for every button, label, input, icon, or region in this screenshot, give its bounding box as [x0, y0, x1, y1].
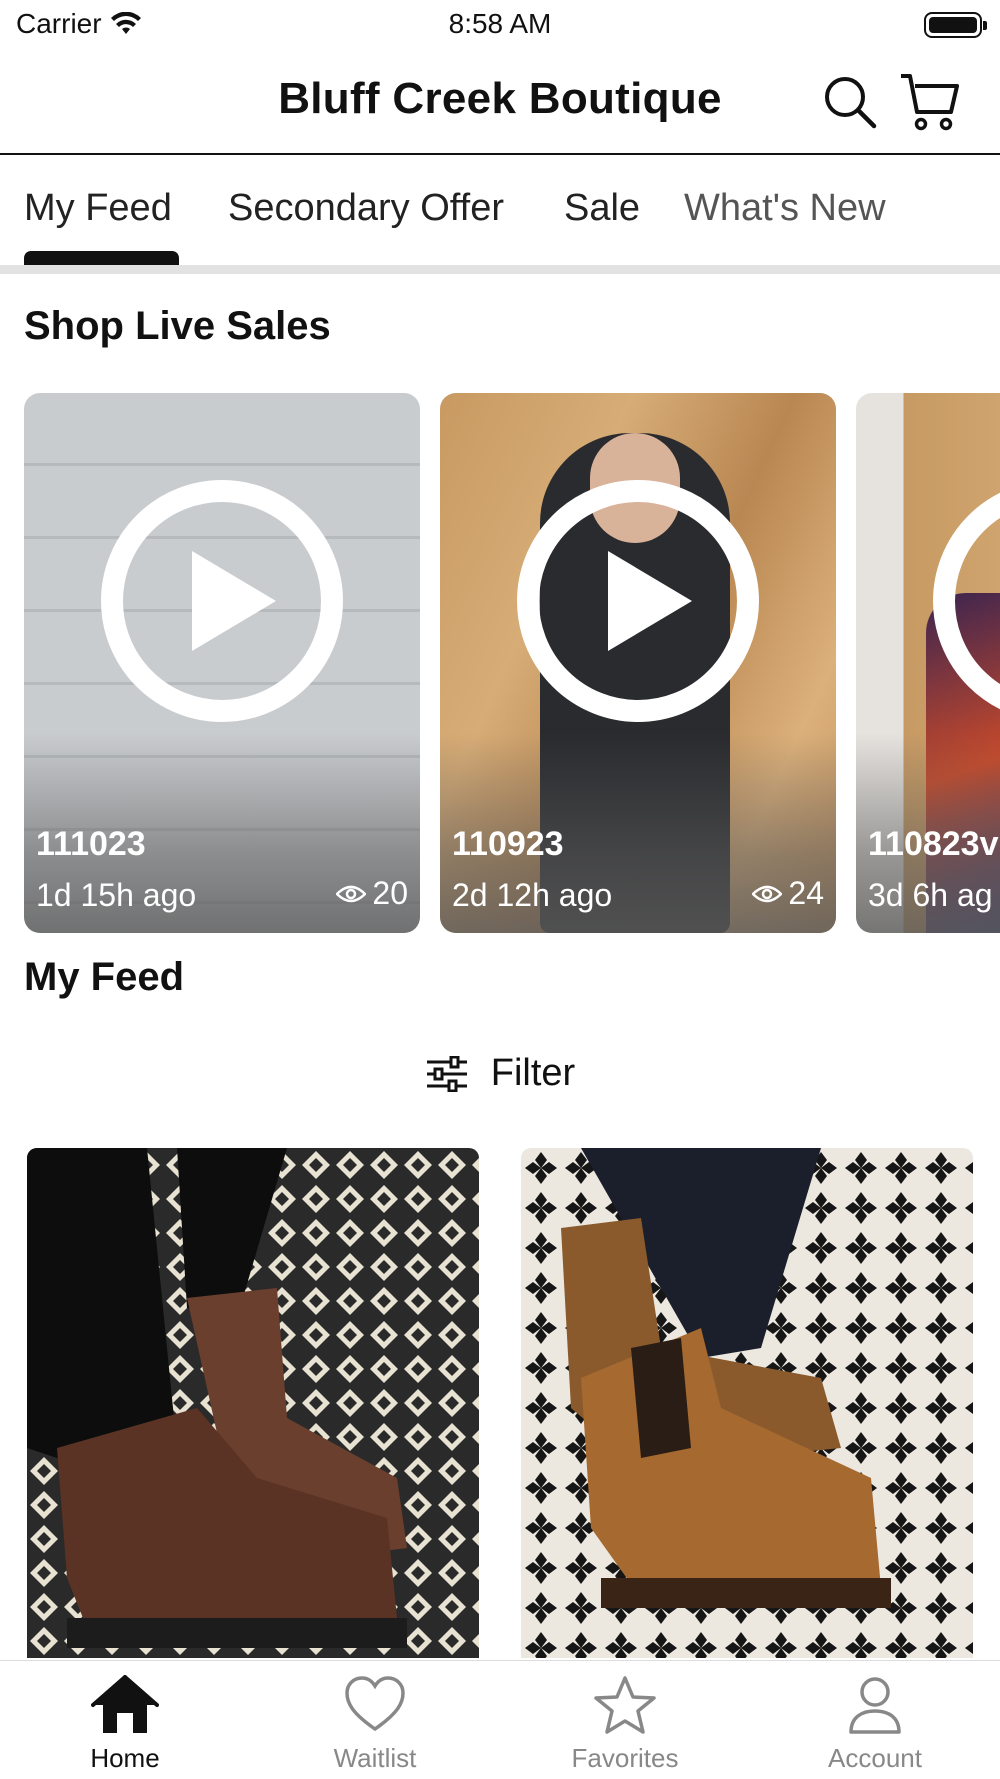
live-sale-title: 110923 — [452, 825, 564, 863]
nav-waitlist[interactable]: Waitlist — [250, 1661, 500, 1779]
live-sale-card[interactable]: 110823v 3d 6h ag — [856, 393, 1000, 933]
live-sale-title: 111023 — [36, 825, 146, 863]
view-count-value: 24 — [788, 875, 824, 911]
live-sale-time: 3d 6h ag — [868, 877, 993, 913]
nav-waitlist-label: Waitlist — [333, 1743, 417, 1773]
home-icon — [91, 1675, 159, 1733]
nav-favorites-label: Favorites — [571, 1743, 679, 1773]
search-button[interactable] — [818, 70, 882, 134]
play-icon[interactable] — [100, 479, 344, 723]
status-bar: Carrier 8:58 AM — [0, 0, 1000, 52]
product-card[interactable] — [521, 1148, 973, 1658]
star-icon — [594, 1676, 656, 1734]
clock: 8:58 AM — [448, 8, 552, 39]
nav-home-label: Home — [90, 1743, 160, 1773]
tab-whats-new[interactable]: What's New — [684, 187, 886, 230]
live-sales-heading: Shop Live Sales — [24, 304, 331, 348]
nav-favorites[interactable]: Favorites — [500, 1661, 750, 1779]
product-image — [27, 1148, 479, 1658]
feed-heading: My Feed — [24, 955, 185, 999]
view-count: 20 — [336, 875, 408, 912]
app-header: Bluff Creek Boutique — [0, 52, 1000, 155]
product-image — [521, 1148, 973, 1658]
bottom-nav: Home Waitlist Favorites Account — [0, 1660, 1000, 1778]
tab-secondary-offer[interactable]: Secondary Offer — [228, 187, 504, 230]
active-tab-indicator — [24, 251, 179, 265]
live-sale-time: 2d 12h ago — [452, 877, 613, 913]
tab-sale[interactable]: Sale — [564, 187, 640, 230]
eye-icon — [752, 885, 783, 902]
play-icon[interactable] — [932, 479, 1000, 723]
sliders-icon — [426, 1055, 467, 1092]
search-icon — [825, 77, 877, 129]
filter-label: Filter — [490, 1052, 576, 1094]
filter-button[interactable]: Filter — [0, 1052, 1000, 1095]
live-sale-time: 1d 15h ago — [36, 877, 197, 913]
live-sale-title: 110823v — [868, 825, 999, 863]
nav-account-label: Account — [828, 1743, 922, 1773]
view-count-value: 20 — [372, 875, 408, 911]
view-count: 24 — [752, 875, 824, 912]
person-icon — [849, 1677, 901, 1734]
play-icon[interactable] — [516, 479, 760, 723]
nav-home[interactable]: Home — [0, 1661, 250, 1779]
cart-icon — [901, 74, 959, 131]
live-sale-card[interactable]: 110923 2d 12h ago 24 — [440, 393, 836, 933]
heart-icon — [345, 1676, 405, 1732]
tab-my-feed[interactable]: My Feed — [24, 187, 172, 230]
live-sale-card[interactable]: 111023 1d 15h ago 20 — [24, 393, 420, 933]
battery-icon — [924, 12, 987, 38]
nav-account[interactable]: Account — [750, 1661, 1000, 1779]
tabs-divider — [0, 265, 1000, 274]
product-card[interactable] — [27, 1148, 479, 1658]
eye-icon — [336, 885, 367, 902]
live-sales-carousel[interactable]: 111023 1d 15h ago 20 110923 2d 12h ago 2… — [24, 393, 1000, 933]
cart-button[interactable] — [898, 70, 962, 134]
category-tabs: My Feed Secondary Offer Sale What's New — [0, 157, 1000, 274]
